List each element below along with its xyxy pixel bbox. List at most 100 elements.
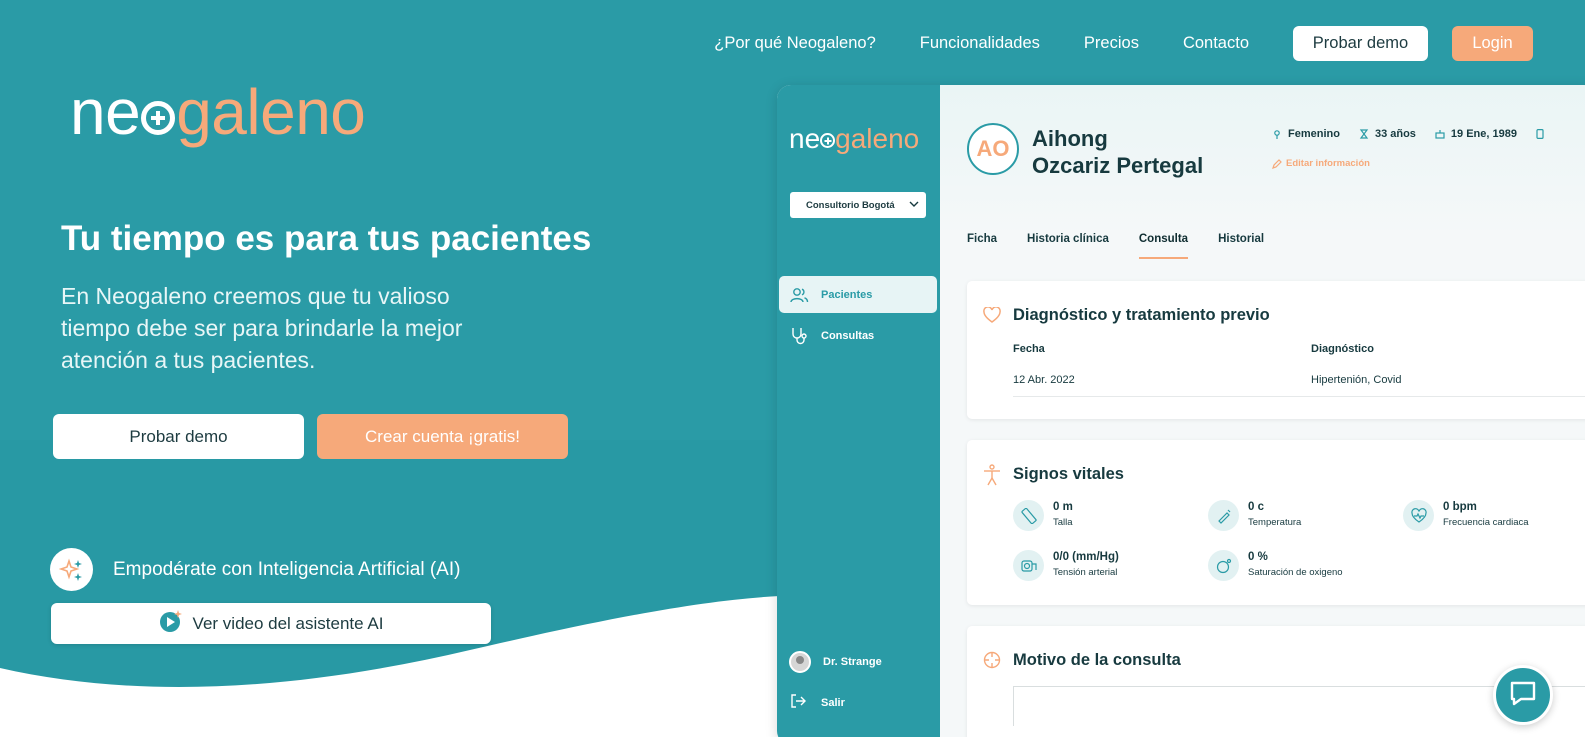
diagnosis-title: Diagnóstico y tratamiento previo: [1013, 306, 1270, 324]
hero-subtitle: En Neogaleno creemos que tu valioso tiem…: [61, 283, 463, 373]
table-row-divider: [1013, 396, 1585, 397]
edit-info-link[interactable]: Editar información: [1272, 158, 1370, 169]
cell-fecha: 12 Abr. 2022: [1013, 374, 1075, 386]
patient-name: Aihong Ozcariz Pertegal: [1032, 125, 1203, 179]
vitals-card: Signos vitales 0 m Talla 0 c Temperatura 0…: [967, 440, 1585, 605]
hero-demo-button[interactable]: Probar demo: [53, 414, 304, 459]
vital-label: Frecuencia cardiaca: [1443, 517, 1529, 528]
tab-consulta[interactable]: Consulta: [1138, 233, 1189, 259]
tab-historial[interactable]: Historial: [1218, 233, 1264, 259]
clinic-select[interactable]: Consultorio Bogotá: [790, 192, 926, 218]
sparkles-icon: [50, 548, 93, 591]
vitals-title: Signos vitales: [1013, 465, 1124, 483]
tab-historia-clinica[interactable]: Historia clínica: [1027, 233, 1109, 259]
app-content: AO Aihong Ozcariz Pertegal Femenino 33 a…: [940, 85, 1585, 737]
logout-icon: [789, 692, 807, 713]
target-icon: [983, 651, 1001, 674]
sidebar-item-label: Pacientes: [821, 288, 873, 301]
vital-value: 0/0 (mm/Hg): [1053, 551, 1119, 563]
vital-label: Temperatura: [1248, 517, 1302, 528]
cake-icon: [1435, 130, 1445, 139]
app-logo-neo: ne: [789, 123, 821, 154]
users-icon: [789, 285, 809, 305]
col-header-fecha: Fecha: [1013, 343, 1045, 355]
hourglass-icon: [1359, 129, 1369, 139]
patient-avatar: AO: [967, 123, 1019, 175]
app-sidebar: ne galeno Consultorio Bogotá Pacientes C…: [777, 85, 940, 737]
avatar: [789, 651, 811, 673]
vital-label: Saturación de oxigeno: [1248, 567, 1343, 578]
patient-gender: Femenino: [1272, 128, 1340, 140]
sidebar-logout-label: Salir: [821, 696, 845, 709]
heart-rate-icon: [1403, 500, 1434, 531]
hero-title: Tu tiempo es para tus pacientes: [61, 219, 592, 258]
medical-cross-icon: [820, 133, 836, 148]
brand-logo[interactable]: ne galeno: [70, 80, 366, 144]
blood-pressure-icon: [1013, 550, 1044, 581]
chevron-down-icon: [908, 198, 920, 213]
patient-first-name: Aihong: [1032, 126, 1108, 151]
patient-birthdate: 19 Ene, 1989: [1435, 128, 1517, 140]
vital-value: 0 c: [1248, 501, 1264, 513]
patient-tabs: Ficha Historia clínica Consulta Historia…: [967, 233, 1294, 259]
oxygen-icon: [1208, 550, 1239, 581]
clinic-select-value: Consultorio Bogotá: [806, 199, 895, 211]
pencil-icon: [1272, 158, 1282, 169]
vital-frecuencia: 0 bpm Frecuencia cardiaca: [1403, 500, 1529, 531]
sidebar-logout[interactable]: Salir: [789, 692, 845, 713]
diagnosis-card: Diagnóstico y tratamiento previo Fecha D…: [967, 281, 1585, 419]
tab-ficha[interactable]: Ficha: [967, 233, 997, 259]
nav-link-why[interactable]: ¿Por qué Neogaleno?: [714, 34, 875, 53]
patient-info: Femenino 33 años 19 Ene, 1989: [1272, 128, 1569, 140]
medical-cross-icon: [141, 101, 176, 135]
ai-video-button[interactable]: Ver video del asistente AI: [51, 603, 491, 644]
chat-icon: [1509, 680, 1537, 711]
logo-part-neo: ne: [70, 76, 141, 148]
phone-icon: [1536, 129, 1544, 139]
app-logo-galeno: galeno: [835, 123, 920, 154]
nav-link-features[interactable]: Funcionalidades: [920, 34, 1040, 53]
chat-widget-button[interactable]: [1493, 665, 1553, 725]
sidebar-item-pacientes[interactable]: Pacientes: [779, 276, 937, 313]
play-icon: [159, 609, 183, 638]
thermometer-icon: [1208, 500, 1239, 531]
nav-login-button[interactable]: Login: [1452, 26, 1533, 61]
reason-title: Motivo de la consulta: [1013, 651, 1181, 669]
vital-temperatura: 0 c Temperatura: [1208, 500, 1301, 531]
patient-age: 33 años: [1359, 128, 1416, 140]
vital-label: Talla: [1053, 517, 1073, 528]
reason-card: Motivo de la consulta: [967, 626, 1585, 737]
app-logo: ne galeno: [789, 125, 919, 153]
hero-signup-button[interactable]: Crear cuenta ¡gratis!: [317, 414, 568, 459]
sidebar-user-name: Dr. Strange: [823, 656, 882, 668]
patient-birthdate-value: 19 Ene, 1989: [1450, 128, 1517, 140]
nav-link-pricing[interactable]: Precios: [1084, 34, 1139, 53]
cell-diagnostico: Hipertenión, Covid: [1311, 374, 1402, 386]
nav-demo-button[interactable]: Probar demo: [1293, 26, 1428, 61]
person-icon: [983, 464, 1001, 491]
vital-talla: 0 m Talla: [1013, 500, 1073, 531]
app-preview: ne galeno Consultorio Bogotá Pacientes C…: [777, 85, 1585, 737]
ai-promo-text: Empodérate con Inteligencia Artificial (…: [113, 558, 461, 580]
vital-label: Tensión arterial: [1053, 567, 1118, 578]
edit-info-label: Editar información: [1286, 158, 1370, 169]
patient-last-name: Ozcariz Pertegal: [1032, 153, 1204, 178]
patient-phone: [1536, 128, 1550, 140]
patient-age-value: 33 años: [1374, 128, 1416, 140]
sidebar-item-consultas[interactable]: Consultas: [779, 317, 937, 354]
logo-part-galeno: galeno: [176, 76, 366, 148]
sidebar-item-label: Consultas: [821, 329, 875, 342]
patient-gender-value: Femenino: [1288, 128, 1340, 140]
vital-value: 0 m: [1053, 501, 1073, 513]
stethoscope-icon: [789, 326, 809, 346]
vital-value: 0 bpm: [1443, 501, 1477, 513]
nav-link-contact[interactable]: Contacto: [1183, 34, 1249, 53]
ai-promo: Empodérate con Inteligencia Artificial (…: [50, 548, 460, 591]
vital-saturacion: 0 % Saturación de oxigeno: [1208, 550, 1343, 581]
top-nav: ¿Por qué Neogaleno? Funcionalidades Prec…: [714, 26, 1533, 61]
sidebar-user[interactable]: Dr. Strange: [789, 651, 882, 673]
vital-tension: 0/0 (mm/Hg) Tensión arterial: [1013, 550, 1119, 581]
vital-value: 0 %: [1248, 551, 1268, 563]
location-pin-icon: [1274, 130, 1280, 139]
ai-video-label: Ver video del asistente AI: [192, 613, 384, 633]
